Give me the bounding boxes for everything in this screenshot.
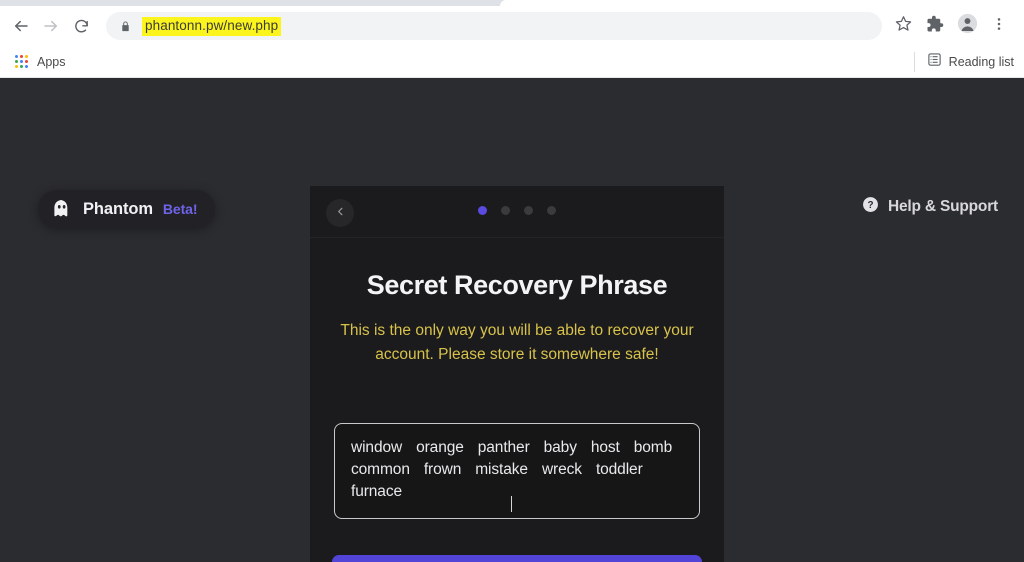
back-button[interactable] xyxy=(6,11,36,41)
pagination-dot-1[interactable] xyxy=(478,206,487,215)
modal-body: Secret Recovery Phrase This is the only … xyxy=(310,270,724,562)
seed-word: mistake xyxy=(475,461,528,478)
question-mark-circle-icon: ? xyxy=(862,196,879,218)
reading-list-button[interactable]: Reading list xyxy=(913,51,1014,72)
seed-word: furnace xyxy=(351,483,402,500)
apps-grid-icon xyxy=(14,54,29,69)
onboarding-modal: Secret Recovery Phrase This is the only … xyxy=(310,186,724,562)
seed-word: window xyxy=(351,439,403,456)
reading-list-label: Reading list xyxy=(948,54,1014,69)
extensions-button[interactable] xyxy=(920,11,950,41)
profile-avatar-icon xyxy=(957,13,978,39)
pagination-dot-4[interactable] xyxy=(547,206,556,215)
phantom-brand-name: Phantom xyxy=(83,199,153,218)
star-icon xyxy=(895,15,912,37)
reload-button[interactable] xyxy=(66,11,96,41)
seed-word: baby xyxy=(543,439,577,456)
seed-word: bomb xyxy=(633,439,673,456)
help-support-link[interactable]: ? Help & Support xyxy=(862,196,998,218)
seed-word: orange xyxy=(416,439,464,456)
seed-word: panther xyxy=(477,439,530,456)
confirm-saved-button[interactable]: OK, I saved it somewhere xyxy=(332,555,702,562)
phantom-page: Phantom Beta! ? Help & Support Secret Re… xyxy=(0,78,1024,562)
help-support-label: Help & Support xyxy=(888,198,998,215)
seed-word: wreck xyxy=(541,461,582,478)
browser-menu-button[interactable] xyxy=(984,11,1014,41)
bookmark-star-button[interactable] xyxy=(888,11,918,41)
address-bar[interactable]: phantonn.pw/new.php xyxy=(106,12,882,40)
seed-word: host xyxy=(590,439,620,456)
seed-phrase-words: window orange panther baby host bomb com… xyxy=(351,438,683,502)
reading-list-icon xyxy=(927,52,942,72)
bookmark-apps[interactable]: Apps xyxy=(6,51,74,72)
svg-text:?: ? xyxy=(867,200,873,211)
arrow-right-icon xyxy=(42,17,60,35)
pagination-dot-2[interactable] xyxy=(501,206,510,215)
profile-button[interactable] xyxy=(952,11,982,41)
text-cursor xyxy=(511,496,512,512)
phantom-ghost-icon xyxy=(51,198,73,220)
forward-button[interactable] xyxy=(36,11,66,41)
reload-icon xyxy=(73,18,90,35)
toolbar-icons xyxy=(888,11,1014,41)
modal-header xyxy=(310,186,724,238)
page-title: Secret Recovery Phrase xyxy=(366,270,668,300)
arrow-left-icon xyxy=(12,17,30,35)
phantom-beta-badge: Beta! xyxy=(162,201,198,217)
tab-strip xyxy=(0,0,1024,6)
phantom-brand[interactable]: Phantom Beta! xyxy=(38,190,216,228)
three-dot-menu-icon xyxy=(991,16,1007,37)
seed-word: frown xyxy=(423,461,462,478)
seed-phrase-box[interactable]: window orange panther baby host bomb com… xyxy=(334,423,700,519)
browser-chrome: phantonn.pw/new.php Apps Reading list xyxy=(0,0,1024,78)
step-pagination-dots xyxy=(310,206,724,215)
lock-icon xyxy=(118,19,132,33)
puzzle-piece-icon xyxy=(926,15,944,38)
browser-toolbar: phantonn.pw/new.php xyxy=(0,6,1024,46)
url-text[interactable]: phantonn.pw/new.php xyxy=(142,16,282,36)
pagination-dot-3[interactable] xyxy=(524,206,533,215)
warning-text: This is the only way you will be able to… xyxy=(340,322,694,363)
seed-word: toddler xyxy=(595,461,643,478)
bookmarks-bar: Apps Reading list xyxy=(0,46,1024,78)
seed-word: common xyxy=(351,461,410,478)
bookmark-apps-label: Apps xyxy=(37,54,66,69)
